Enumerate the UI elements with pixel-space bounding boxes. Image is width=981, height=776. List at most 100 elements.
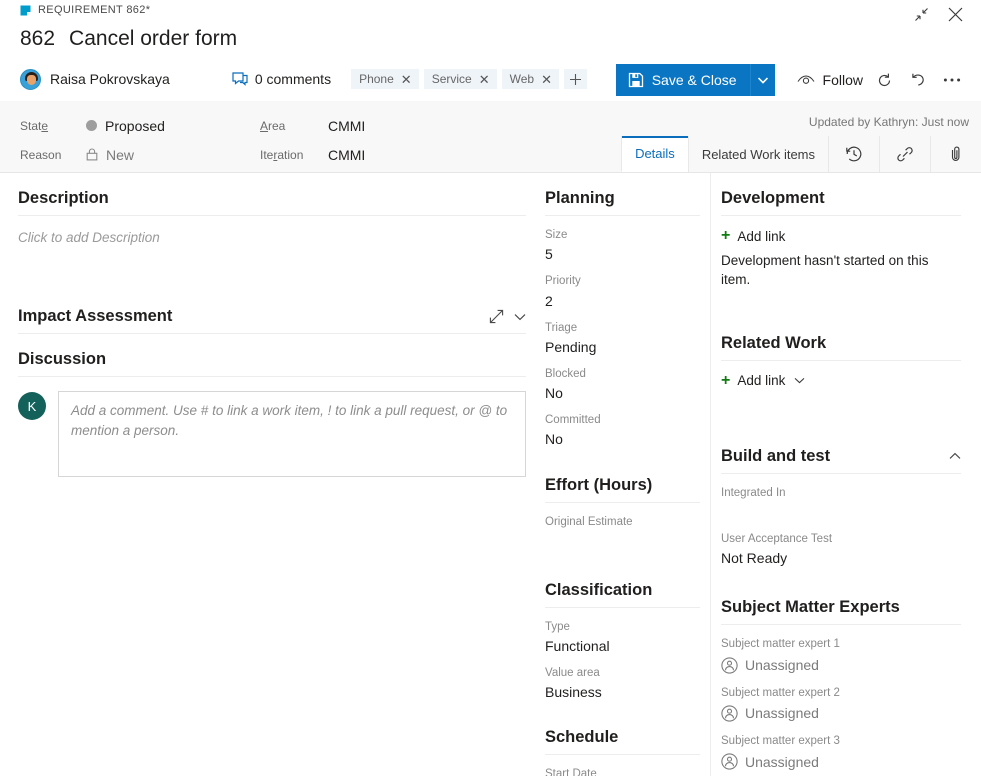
restore-down-button[interactable]: [907, 2, 935, 26]
planning-heading: Planning: [545, 173, 700, 215]
work-item-type-row: REQUIREMENT 862*: [20, 4, 150, 16]
field-triage-label: Triage: [545, 320, 700, 337]
tag-label: Phone: [359, 72, 394, 86]
state-field-row: State Proposed: [20, 111, 165, 140]
field-value-area-value[interactable]: Business: [545, 682, 700, 700]
impact-assessment-actions: [489, 309, 526, 324]
refresh-button[interactable]: [867, 64, 901, 96]
tag-label: Service: [432, 72, 472, 86]
close-icon[interactable]: ✕: [479, 73, 490, 86]
reason-field-row: Reason New: [20, 140, 165, 169]
field-subject-matter-expert-3: Subject matter expert 3 Unassigned: [721, 722, 961, 770]
field-priority-value[interactable]: 2: [545, 291, 700, 309]
field-blocked-value[interactable]: No: [545, 383, 700, 401]
field-type-value[interactable]: Functional: [545, 636, 700, 654]
field-size-value[interactable]: 5: [545, 244, 700, 262]
field-original-estimate-label: Original Estimate: [545, 514, 700, 531]
field-subject-matter-expert-1: Subject matter expert 1 Unassigned: [721, 625, 961, 673]
comments-link[interactable]: 0 comments: [232, 71, 331, 87]
reason-value: New: [86, 147, 134, 163]
assignee-avatar[interactable]: [20, 69, 41, 90]
iteration-value-text: CMMI: [328, 147, 365, 163]
area-value-text: CMMI: [328, 118, 365, 134]
save-options-chevron-down-icon[interactable]: [751, 64, 775, 96]
field-start-date: Start Date: [545, 755, 700, 776]
development-heading: Development: [721, 173, 961, 215]
impact-assessment-chevron-down-icon[interactable]: [514, 313, 526, 321]
state-value[interactable]: Proposed: [86, 118, 165, 134]
tag-label: Web: [510, 72, 534, 86]
field-subject-matter-expert-1-value[interactable]: Unassigned: [721, 654, 961, 674]
description-heading: Description: [18, 173, 526, 215]
field-subject-matter-expert-3-value[interactable]: Unassigned: [721, 750, 961, 770]
development-note: Development hasn't started on this item.: [721, 244, 961, 290]
work-item-body: Description Click to add Description Imp…: [0, 173, 981, 776]
field-subject-matter-expert-2-name: Unassigned: [745, 705, 819, 721]
tab-details-label: Details: [635, 146, 675, 161]
discussion-heading: Discussion: [18, 334, 526, 376]
details-tabstrip: Details Related Work items: [621, 136, 981, 172]
updated-by-text: Updated by Kathryn: Just now: [809, 115, 969, 129]
field-priority-label: Priority: [545, 273, 700, 290]
close-window-button[interactable]: [941, 2, 969, 26]
field-subject-matter-expert-3-label: Subject matter expert 3: [721, 733, 961, 750]
discussion-heading-label: Discussion: [18, 350, 106, 369]
tab-links[interactable]: [879, 136, 930, 172]
development-add-link-button[interactable]: + Add link: [721, 216, 961, 244]
discussion-compose-row: K Add a comment. Use # to link a work it…: [18, 377, 526, 477]
person-icon: [721, 657, 738, 674]
expand-diagonal-icon[interactable]: [489, 309, 504, 324]
field-triage-value[interactable]: Pending: [545, 337, 700, 355]
revert-button[interactable]: [901, 64, 935, 96]
related-work-add-link-button[interactable]: + Add link: [721, 361, 961, 389]
area-label: Area: [260, 119, 328, 133]
comment-bubble-icon: [232, 72, 248, 87]
field-integrated-in-value[interactable]: [721, 502, 961, 520]
more-actions-button[interactable]: [935, 64, 969, 96]
tab-details[interactable]: Details: [621, 136, 688, 172]
related-work-chevron-down-icon[interactable]: [794, 377, 805, 384]
refresh-icon: [876, 72, 893, 89]
save-disk-icon: [628, 72, 644, 88]
field-committed-value[interactable]: No: [545, 429, 700, 447]
field-subject-matter-expert-1-label: Subject matter expert 1: [721, 636, 961, 653]
comment-input[interactable]: Add a comment. Use # to link a work item…: [58, 391, 526, 477]
field-user-acceptance-test-value[interactable]: Not Ready: [721, 548, 961, 566]
effort-heading: Effort (Hours): [545, 460, 700, 502]
chevron-up-icon[interactable]: [949, 452, 961, 460]
state-reason-fields: State Proposed Reason New: [20, 111, 165, 169]
right-column: Development + Add link Development hasn'…: [721, 173, 961, 770]
work-item-form: REQUIREMENT 862* 862 Cancel order form R…: [0, 0, 981, 776]
work-item-title[interactable]: Cancel order form: [69, 27, 237, 51]
area-value[interactable]: CMMI: [328, 118, 365, 134]
close-icon[interactable]: ✕: [541, 73, 552, 86]
field-original-estimate: Original Estimate: [545, 503, 700, 549]
tag-item[interactable]: Phone ✕: [351, 69, 419, 89]
lock-icon: [86, 148, 98, 161]
work-item-info-bar: State Proposed Reason New: [0, 101, 981, 173]
tab-history[interactable]: [828, 136, 879, 172]
classification-heading: Classification: [545, 565, 700, 607]
field-subject-matter-expert-2-value[interactable]: Unassigned: [721, 702, 961, 722]
follow-button[interactable]: Follow: [793, 64, 867, 96]
tab-related-work-items[interactable]: Related Work items: [688, 136, 828, 172]
field-original-estimate-value[interactable]: [545, 532, 700, 550]
field-user-acceptance-test-label: User Acceptance Test: [721, 531, 961, 548]
add-tag-button[interactable]: [564, 69, 587, 89]
assignee-name[interactable]: Raisa Pokrovskaya: [50, 71, 170, 87]
field-type-label: Type: [545, 619, 700, 636]
tab-attachments[interactable]: [930, 136, 981, 172]
work-item-meta-row: Raisa Pokrovskaya 0 comments Phone ✕ Ser…: [20, 66, 587, 92]
close-icon[interactable]: ✕: [401, 73, 412, 86]
iteration-value[interactable]: CMMI: [328, 147, 365, 163]
tag-item[interactable]: Web ✕: [502, 69, 559, 89]
work-item-id: 862: [20, 27, 55, 51]
build-and-test-heading[interactable]: Build and test: [721, 431, 961, 473]
tag-item[interactable]: Service ✕: [424, 69, 497, 89]
work-item-header: REQUIREMENT 862* 862 Cancel order form R…: [0, 0, 981, 101]
save-and-close-button[interactable]: Save & Close: [616, 64, 775, 96]
description-input[interactable]: Click to add Description: [18, 216, 526, 245]
save-and-close-main[interactable]: Save & Close: [616, 64, 750, 96]
field-subject-matter-expert-3-name: Unassigned: [745, 754, 819, 770]
comments-count: 0 comments: [255, 71, 331, 87]
